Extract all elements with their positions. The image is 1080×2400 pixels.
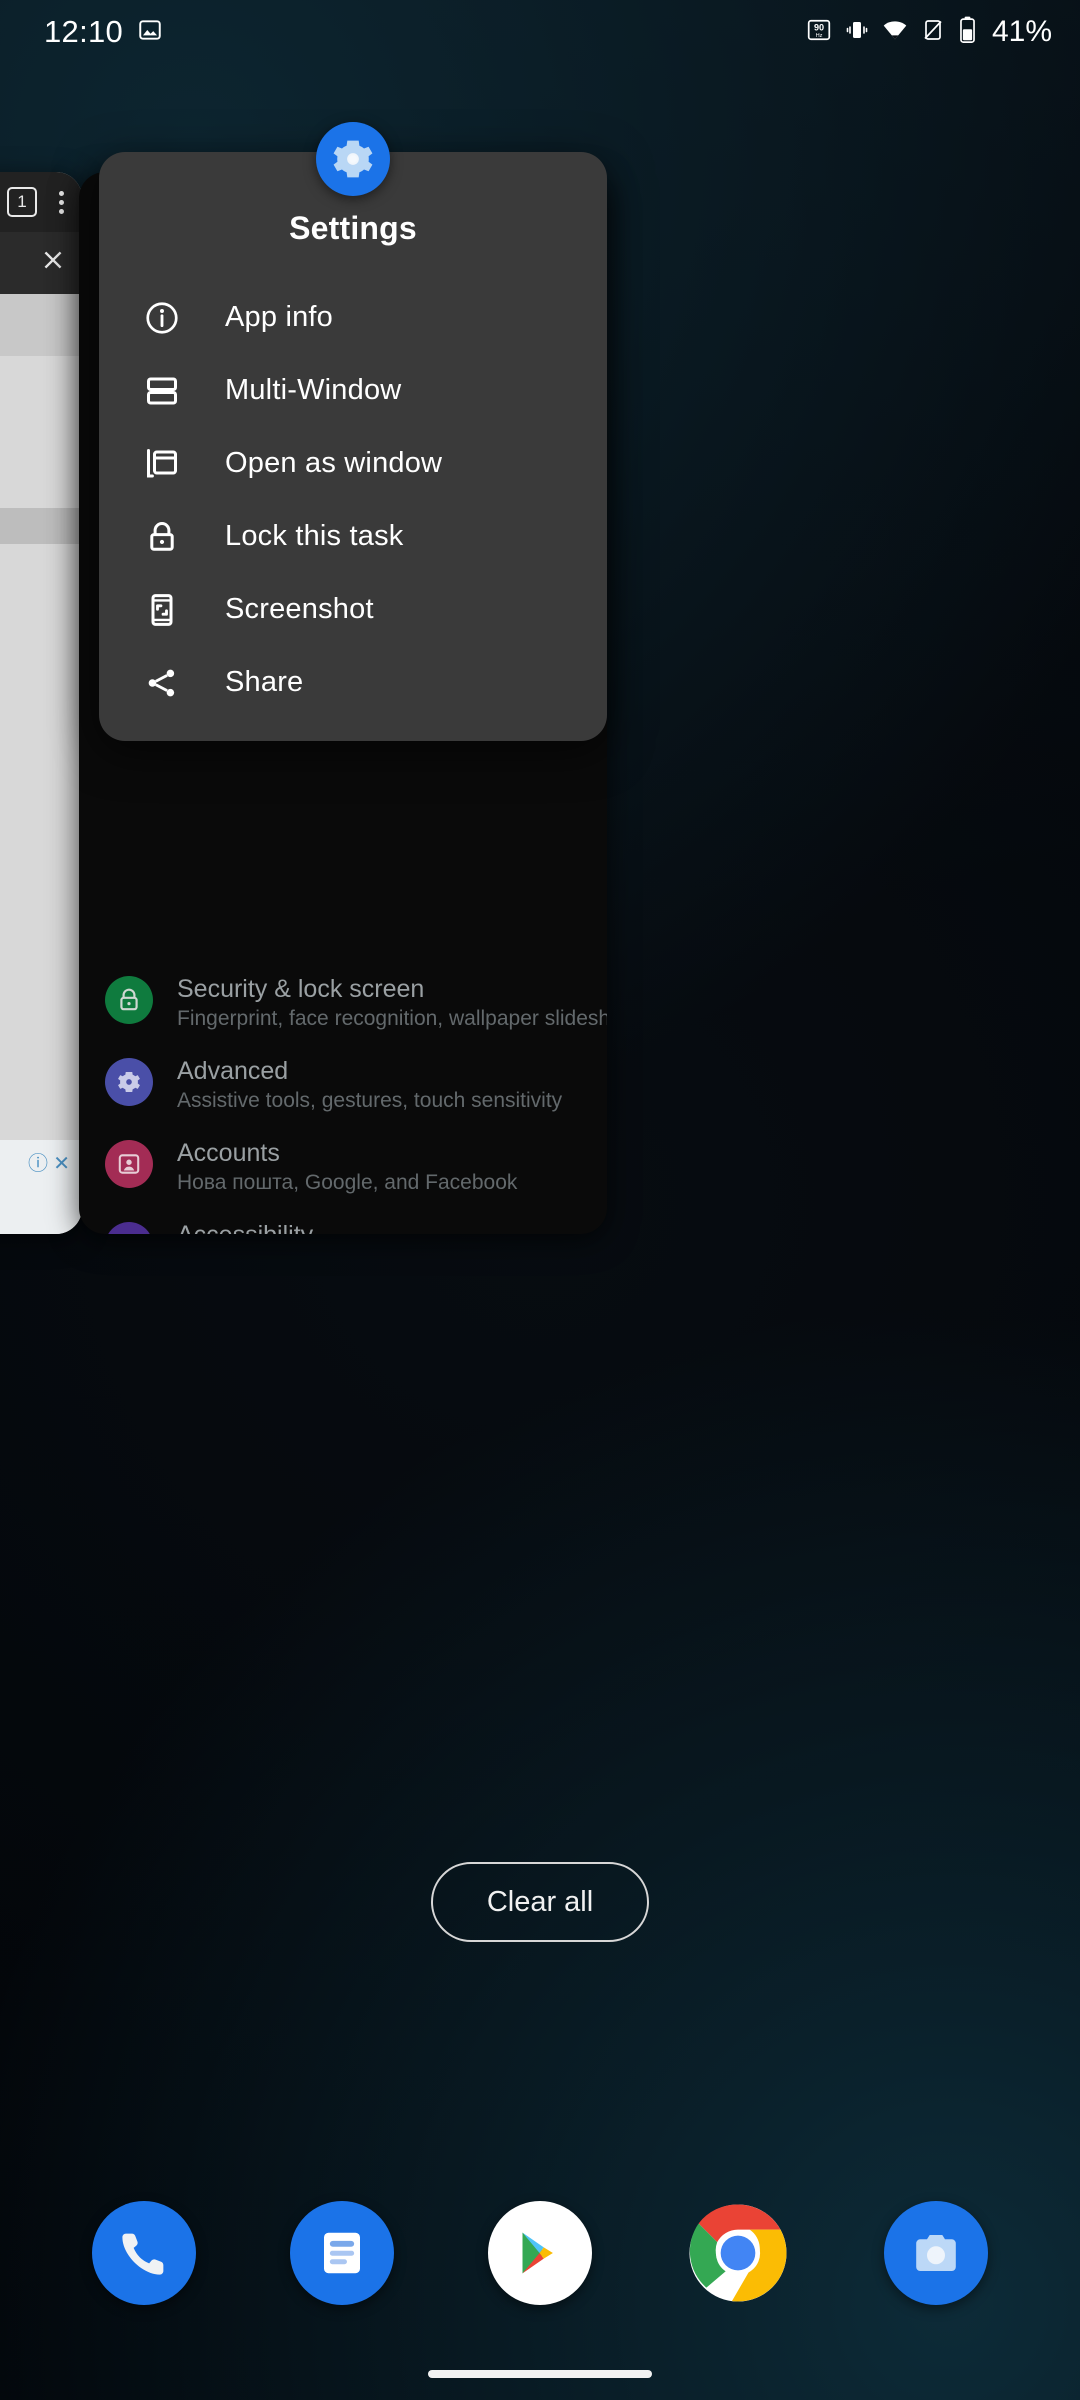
no-sim-icon: [921, 18, 945, 47]
page-line: 1: [0, 906, 1, 932]
menu-item-lock-this-task[interactable]: Lock this task: [99, 500, 607, 573]
recent-task-card-browser[interactable]: 1 ы не 2 но ! гальная ма в ня грн! 1 лет…: [0, 172, 82, 1234]
menu-item-share[interactable]: Share: [99, 646, 607, 719]
lock-icon: [105, 976, 153, 1024]
battery-icon: [958, 16, 977, 48]
page-gray-band: [0, 508, 82, 544]
dock-app-play-store[interactable]: [488, 2201, 592, 2305]
menu-item-screenshot[interactable]: Screenshot: [99, 573, 607, 646]
menu-item-label: Screenshot: [225, 593, 374, 625]
split-screen-icon: [141, 373, 183, 409]
settings-row-title: Accessibility: [177, 1219, 584, 1234]
browser-toolbar: 1: [0, 172, 82, 232]
menu-item-open-as-window[interactable]: Open as window: [99, 427, 607, 500]
menu-item-app-info[interactable]: App info: [99, 281, 607, 354]
menu-item-label: Share: [225, 666, 304, 698]
dock-app-phone[interactable]: [92, 2201, 196, 2305]
settings-gear-icon: [316, 122, 390, 196]
browser-notice-bar: ы не: [0, 232, 82, 294]
status-bar-right: 90 Hz 41%: [806, 15, 1052, 49]
settings-row-desc: Fingerprint, face recognition, wallpaper…: [177, 1007, 607, 1030]
gear-icon: [105, 1058, 153, 1106]
settings-row-text: Security & lock screen Fingerprint, face…: [177, 973, 607, 1033]
ad-banner[interactable]: 2: [0, 294, 82, 356]
settings-row-text: Accessibility Screen readers, display, i…: [177, 1219, 584, 1234]
phone-screenshot-icon: [141, 592, 183, 628]
dock: [0, 2184, 1080, 2322]
settings-row-text: Accounts Нова пошта, Google, and Faceboo…: [177, 1137, 517, 1197]
account-icon: [105, 1140, 153, 1188]
vibrate-icon: [845, 18, 869, 47]
settings-row[interactable]: Security & lock screen Fingerprint, face…: [79, 962, 607, 1044]
battery-percent: 41%: [991, 15, 1052, 48]
home-gesture-bar[interactable]: [428, 2370, 652, 2378]
lock-icon: [141, 519, 183, 555]
more-vert-icon[interactable]: [59, 190, 64, 214]
dock-app-chrome[interactable]: [686, 2201, 790, 2305]
accessibility-icon: [105, 1222, 153, 1234]
status-clock: 12:10: [44, 14, 124, 49]
menu-item-label: Open as window: [225, 447, 443, 479]
clear-all-button[interactable]: Clear all: [431, 1862, 649, 1942]
tab-count-badge[interactable]: 1: [7, 187, 37, 217]
screenshot-image-icon: [137, 17, 163, 48]
menu-title: Settings: [289, 210, 417, 246]
settings-row[interactable]: Advanced Assistive tools, gestures, touc…: [79, 1044, 607, 1126]
settings-row-title: Security & lock screen: [177, 975, 425, 1003]
dock-app-messages[interactable]: [290, 2201, 394, 2305]
info-icon[interactable]: ⓘ: [28, 1147, 48, 1176]
dock-app-camera[interactable]: [884, 2201, 988, 2305]
svg-text:Hz: Hz: [816, 32, 823, 38]
settings-row[interactable]: Accessibility Screen readers, display, i…: [79, 1208, 607, 1234]
browser-page-body: но ! гальная ма в ня грн! 1 лета ом по ⓘ…: [0, 356, 82, 1234]
settings-row-desc: Assistive tools, gestures, touch sensiti…: [177, 1089, 563, 1112]
settings-row-title: Advanced: [177, 1057, 289, 1085]
menu-item-multi-window[interactable]: Multi-Window: [99, 354, 607, 427]
refresh-rate-90hz-icon: 90 Hz: [806, 17, 832, 48]
svg-text:90: 90: [814, 22, 824, 32]
info-circle-icon: [141, 299, 183, 337]
ad-close-icon[interactable]: ✕: [53, 1151, 70, 1176]
settings-row-title: Accounts: [177, 1139, 280, 1167]
settings-list: Security & lock screen Fingerprint, face…: [79, 962, 607, 1234]
settings-row[interactable]: Accounts Нова пошта, Google, and Faceboo…: [79, 1126, 607, 1208]
share-icon: [141, 665, 183, 701]
freeform-window-icon: [141, 446, 183, 482]
status-bar: 12:10 90 Hz 41%: [0, 0, 1080, 64]
menu-item-label: Lock this task: [225, 520, 404, 552]
menu-item-label: App info: [225, 301, 334, 333]
status-bar-left: 12:10: [44, 14, 163, 50]
settings-row-desc: Нова пошта, Google, and Facebook: [177, 1171, 518, 1194]
wifi-icon: [882, 17, 908, 48]
menu-item-label: Multi-Window: [225, 374, 402, 406]
close-icon[interactable]: [40, 247, 66, 279]
settings-row-text: Advanced Assistive tools, gestures, touc…: [177, 1055, 562, 1115]
task-context-menu: Settings App info Multi-Window Open as w…: [99, 122, 607, 741]
